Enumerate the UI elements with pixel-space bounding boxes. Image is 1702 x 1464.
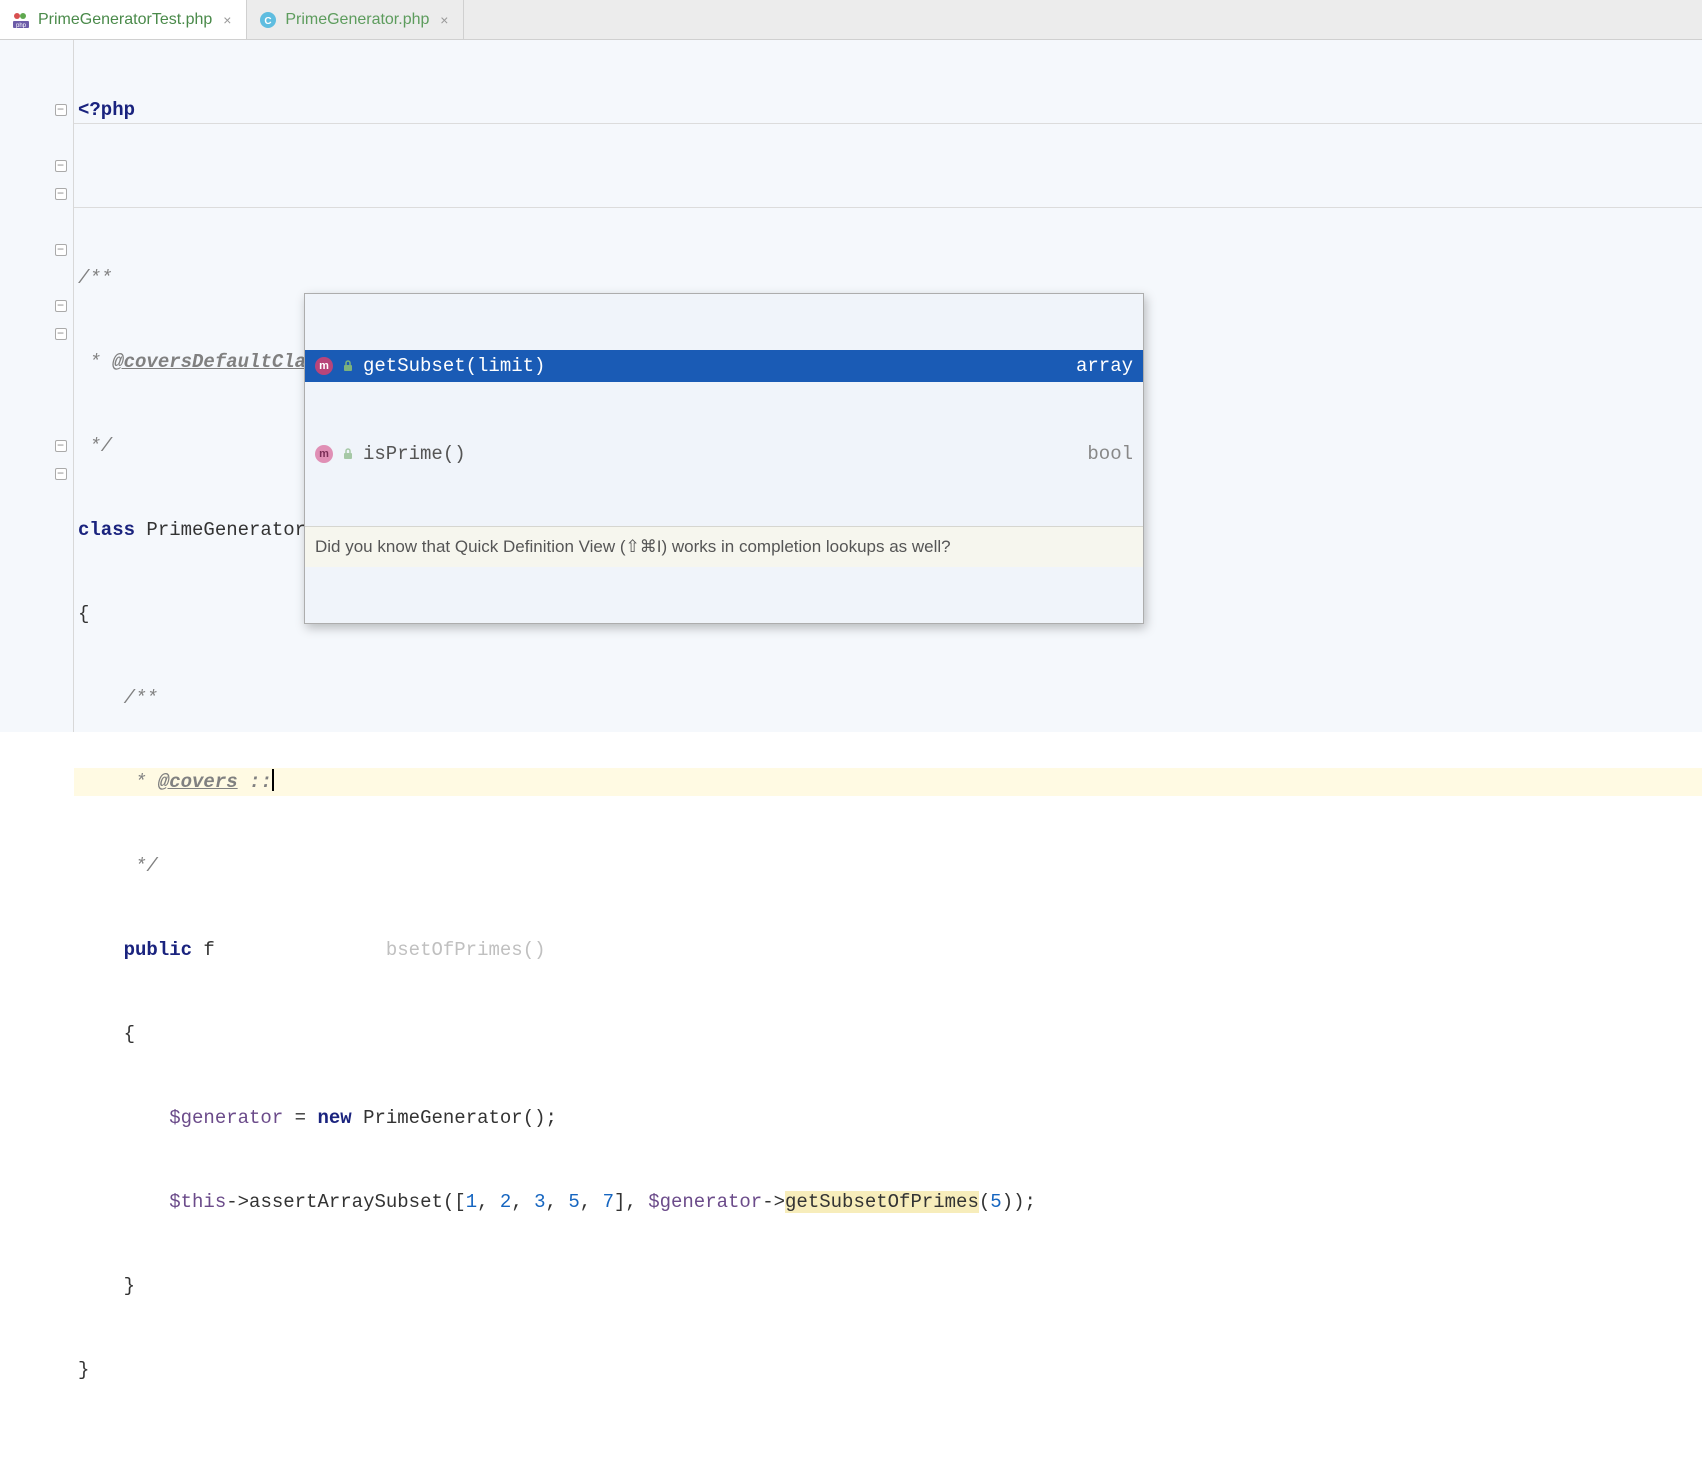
completion-item-getsubset[interactable]: m getSubset(limit) array xyxy=(305,350,1143,382)
code-token: */ xyxy=(78,435,112,457)
code-token: = xyxy=(283,1107,317,1129)
tab-prime-generator[interactable]: C PrimeGenerator.php × xyxy=(247,0,464,39)
code-token: { xyxy=(78,603,89,625)
tab-label: PrimeGeneratorTest.php xyxy=(38,11,212,29)
completion-type: array xyxy=(1076,352,1133,380)
code-token: new xyxy=(317,1107,351,1129)
code-token: , xyxy=(546,1191,569,1213)
code-token: bsetOfPrimes() xyxy=(215,939,546,961)
code-token: 5 xyxy=(990,1191,1001,1213)
code-token: ], xyxy=(614,1191,648,1213)
code-token: 1 xyxy=(466,1191,477,1213)
code-token: -> xyxy=(762,1191,785,1213)
code-token: 2 xyxy=(500,1191,511,1213)
fold-marker-icon[interactable] xyxy=(55,440,67,452)
method-icon: m xyxy=(315,445,333,463)
tab-label: PrimeGenerator.php xyxy=(285,11,429,29)
code-token: $generator xyxy=(78,1107,283,1129)
completion-tip: Did you know that Quick Definition View … xyxy=(305,526,1143,567)
code-token: )); xyxy=(1002,1191,1036,1213)
code-token: :: xyxy=(238,771,272,793)
code-token: $generator xyxy=(648,1191,762,1213)
code-token: } xyxy=(78,1359,89,1381)
text-cursor xyxy=(272,769,274,791)
fold-marker-icon[interactable] xyxy=(55,188,67,200)
code-token: * xyxy=(78,351,112,373)
svg-text:php: php xyxy=(16,23,27,29)
code-token: class xyxy=(78,519,135,541)
lock-icon xyxy=(341,447,355,461)
code-token: /** xyxy=(78,687,158,709)
close-icon[interactable]: × xyxy=(437,13,451,27)
method-icon: m xyxy=(315,357,333,375)
code-token: 7 xyxy=(603,1191,614,1213)
code-token: PrimeGenerator(); xyxy=(352,1107,557,1129)
code-token: f xyxy=(192,939,215,961)
code-token: <?php xyxy=(78,99,135,121)
code-token: assertArraySubset([ xyxy=(249,1191,466,1213)
code-token: @covers xyxy=(158,771,238,793)
code-token: } xyxy=(78,1275,135,1297)
code-token: , xyxy=(477,1191,500,1213)
code-token: @coversDefaultClass xyxy=(112,351,329,373)
code-token: { xyxy=(78,1023,135,1045)
code-token: $this xyxy=(78,1191,226,1213)
code-token: * xyxy=(78,771,158,793)
tab-prime-generator-test[interactable]: php PrimeGeneratorTest.php × xyxy=(0,0,247,39)
code-token: , xyxy=(580,1191,603,1213)
fold-marker-icon[interactable] xyxy=(55,300,67,312)
code-token: public xyxy=(78,939,192,961)
close-icon[interactable]: × xyxy=(220,13,234,27)
code-token: , xyxy=(511,1191,534,1213)
php-class-file-icon: C xyxy=(259,11,277,29)
completion-type: bool xyxy=(1087,440,1133,468)
tab-bar: php PrimeGeneratorTest.php × C PrimeGene… xyxy=(0,0,1702,40)
code-token: */ xyxy=(78,855,158,877)
code-token: /** xyxy=(78,267,112,289)
editor-area: <?php /** * @coversDefaultClass PrimeGen… xyxy=(0,40,1702,732)
code-token: getSubsetOfPrimes xyxy=(785,1191,979,1213)
gutter xyxy=(0,40,74,732)
completion-label: getSubset(limit) xyxy=(363,352,1068,380)
code-token: -> xyxy=(226,1191,249,1213)
code-token: 3 xyxy=(534,1191,545,1213)
php-test-file-icon: php xyxy=(12,11,30,29)
code-token: 5 xyxy=(568,1191,579,1213)
completion-popup: m getSubset(limit) array m isPrime() boo… xyxy=(304,293,1144,624)
fold-marker-icon[interactable] xyxy=(55,244,67,256)
fold-marker-icon[interactable] xyxy=(55,160,67,172)
fold-marker-icon[interactable] xyxy=(55,328,67,340)
fold-marker-icon[interactable] xyxy=(55,104,67,116)
code-token: ( xyxy=(979,1191,990,1213)
fold-marker-icon[interactable] xyxy=(55,468,67,480)
svg-text:C: C xyxy=(265,16,272,27)
lock-icon xyxy=(341,359,355,373)
completion-label: isPrime() xyxy=(363,440,1079,468)
code-editor[interactable]: <?php /** * @coversDefaultClass PrimeGen… xyxy=(74,40,1702,732)
completion-item-isprime[interactable]: m isPrime() bool xyxy=(305,438,1143,470)
